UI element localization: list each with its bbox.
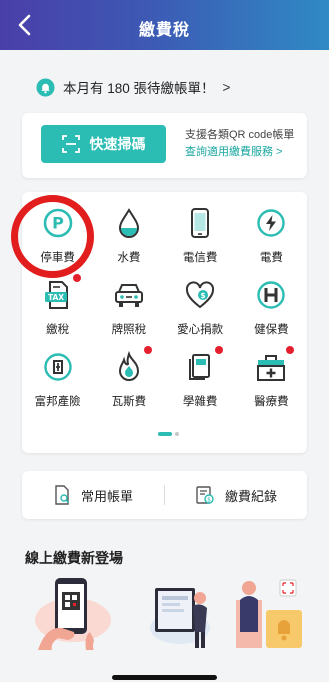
category-lightning[interactable]: 電費 bbox=[236, 202, 307, 274]
category-tax[interactable]: TAX 繳稅 bbox=[22, 274, 93, 346]
parking-icon: P bbox=[41, 206, 75, 240]
category-label: 電費 bbox=[259, 252, 283, 264]
category-label: 電信費 bbox=[182, 252, 218, 264]
category-label: 愛心捐款 bbox=[177, 324, 224, 336]
category-parking[interactable]: P 停車費 bbox=[22, 202, 93, 274]
scan-info: 支援各類QR code帳單 查詢適用繳費服務 > bbox=[185, 127, 294, 161]
supported-services-link[interactable]: 查詢適用繳費服務 > bbox=[185, 144, 294, 161]
category-phone[interactable]: 電信費 bbox=[165, 202, 236, 274]
payment-history-label: 繳費紀錄 bbox=[224, 488, 277, 504]
category-gas-flame[interactable]: 瓦斯費 bbox=[93, 346, 164, 418]
quick-scan-button[interactable]: 快速掃碼 bbox=[41, 125, 166, 163]
chevron-right-icon: > bbox=[222, 79, 231, 95]
promo-illustration-phone-scan[interactable] bbox=[28, 570, 118, 650]
svg-text:P: P bbox=[52, 214, 64, 233]
bill-search-icon bbox=[55, 485, 69, 505]
tuition-icon bbox=[183, 346, 224, 384]
scan-icon bbox=[61, 135, 80, 153]
category-tuition[interactable]: 學雜費 bbox=[165, 346, 236, 418]
category-label: 水費 bbox=[117, 252, 141, 264]
lightning-icon bbox=[254, 206, 288, 240]
page-indicator bbox=[158, 432, 179, 436]
phone-icon bbox=[183, 206, 217, 240]
payment-categories-card: P 停車費 水費 電信費 電費 TAX 繳稅 牌照稅 $ 愛心捐款 健保費富邦產險 瓦斯費 學雜費 醫療費 bbox=[22, 192, 307, 453]
page-dot bbox=[175, 432, 179, 436]
insurance-icon bbox=[41, 350, 75, 384]
bell-icon bbox=[36, 77, 55, 97]
scan-info-text: 支援各類QR code帳單 bbox=[185, 129, 295, 141]
category-label: 學雜費 bbox=[182, 396, 218, 408]
category-label: 牌照稅 bbox=[111, 324, 147, 336]
health-insurance-icon bbox=[254, 278, 288, 312]
medical-kit-icon bbox=[254, 346, 295, 384]
category-label: 繳稅 bbox=[46, 324, 70, 336]
app-header: 繳費稅 bbox=[0, 0, 329, 50]
svg-text:$: $ bbox=[201, 291, 206, 300]
notification-badge bbox=[215, 346, 224, 354]
common-bills-button[interactable]: 常用帳單 bbox=[22, 471, 164, 519]
water-drop-icon bbox=[112, 206, 146, 240]
category-heart-donation[interactable]: $ 愛心捐款 bbox=[165, 274, 236, 346]
category-water-drop[interactable]: 水費 bbox=[93, 202, 164, 274]
category-car[interactable]: 牌照稅 bbox=[93, 274, 164, 346]
payment-record-icon: $ bbox=[196, 486, 214, 504]
payment-history-button[interactable]: $ 繳費紀錄 bbox=[165, 471, 307, 519]
category-medical-kit[interactable]: 醫療費 bbox=[236, 346, 307, 418]
notification-badge bbox=[286, 346, 295, 354]
category-label: 醫療費 bbox=[254, 396, 289, 408]
quick-links-card: 常用帳單 $ 繳費紀錄 bbox=[22, 471, 307, 519]
tax-icon: TAX bbox=[41, 274, 81, 312]
page-title: 繳費稅 bbox=[138, 22, 190, 39]
quick-scan-card: 快速掃碼 支援各類QR code帳單 查詢適用繳費服務 > bbox=[22, 113, 307, 178]
pending-bills-notice[interactable]: 本月有 180 張待繳帳單！ > bbox=[36, 77, 231, 97]
notification-badge bbox=[72, 274, 81, 282]
heart-donation-icon: $ bbox=[183, 278, 217, 312]
category-label: 停車費 bbox=[40, 252, 75, 264]
category-label: 瓦斯費 bbox=[111, 396, 147, 408]
home-indicator bbox=[112, 675, 217, 680]
gas-flame-icon bbox=[112, 346, 152, 384]
quick-scan-label: 快速掃碼 bbox=[89, 136, 146, 152]
svg-text:$: $ bbox=[207, 497, 211, 504]
svg-text:TAX: TAX bbox=[48, 293, 64, 302]
notice-text: 本月有 180 張待繳帳單！ bbox=[63, 81, 215, 96]
promo-section-title: 線上繳費新登場 bbox=[25, 550, 123, 566]
category-label: 富邦產險 bbox=[34, 396, 81, 408]
promo-illustration-people[interactable] bbox=[228, 570, 308, 650]
car-icon bbox=[112, 278, 146, 312]
category-grid: P 停車費 水費 電信費 電費 TAX 繳稅 牌照稅 $ 愛心捐款 健保費富邦產險 瓦斯費 學雜費 醫療費 bbox=[22, 202, 307, 418]
notification-badge bbox=[143, 346, 152, 354]
category-label: 健保費 bbox=[254, 324, 289, 336]
category-insurance[interactable]: 富邦產險 bbox=[22, 346, 93, 418]
page-dot-active bbox=[158, 432, 172, 436]
promo-illustration-laptop[interactable] bbox=[145, 570, 215, 650]
common-bills-label: 常用帳單 bbox=[80, 488, 133, 504]
category-health-insurance[interactable]: 健保費 bbox=[236, 274, 307, 346]
